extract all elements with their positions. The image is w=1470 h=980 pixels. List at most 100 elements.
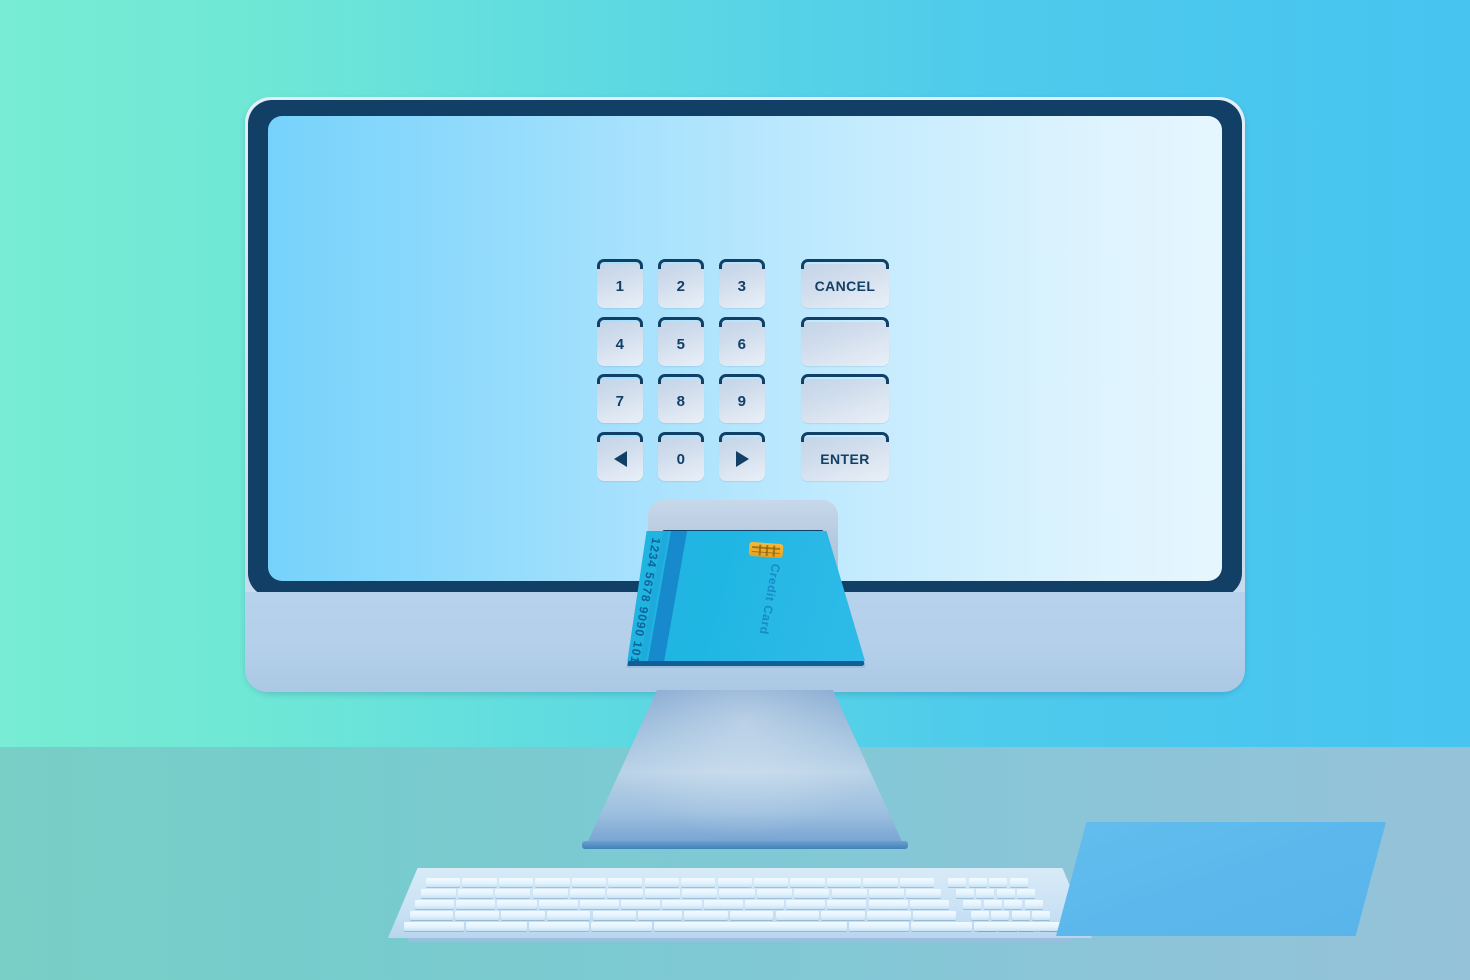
mousepad-surface [1056,822,1386,936]
keyboard-key [455,911,499,920]
keyboard-key [775,911,820,920]
key-cancel[interactable]: CANCEL [801,259,889,308]
keyboard-numpad-key [983,900,1002,909]
keyboard-key [457,889,494,898]
mousepad[interactable] [1056,822,1386,940]
keyboard-numpad-key [955,889,974,898]
keyboard-key [682,889,718,898]
key-enter[interactable]: ENTER [801,432,889,481]
keyboard-key [821,911,865,920]
keyboard-key [863,878,898,887]
keypad-key-label: CANCEL [814,278,876,294]
keyboard-key [546,911,591,920]
keyboard-key [826,878,862,887]
keyboard-numpad-key [1019,922,1037,931]
keyboard-key [415,900,455,909]
key-blank-2 [801,374,889,423]
key-9[interactable]: 9 [719,374,765,423]
illustration-scene: 1 2 3 CANCEL 4 5 6 7 8 9 0 ENTER 1234 5678 9090 101… [0,0,1470,980]
keyboard-key [501,911,545,920]
keyboard-key [703,900,743,909]
key-0[interactable]: 0 [658,432,704,481]
key-7[interactable]: 7 [597,374,643,423]
keyboard-key [909,900,949,909]
emv-chip-icon [748,541,784,559]
key-4[interactable]: 4 [597,317,643,366]
keyboard-key [621,900,661,909]
keyboard-key [456,900,496,909]
keyboard-keys [388,868,1097,938]
key-arrow-left[interactable] [597,432,643,481]
key-arrow-right[interactable] [719,432,765,481]
keypad-key-label: 6 [737,335,747,353]
keyboard-numpad-key [1009,878,1028,887]
keyboard-key [497,900,537,909]
keyboard-key [532,889,568,898]
keyboard-key [638,911,682,920]
keyboard-key [653,922,847,931]
keyboard-key [462,878,497,887]
keyboard-key [868,900,908,909]
keyboard-numpad-key [998,922,1017,931]
keyboard-key [644,889,680,898]
keyboard-numpad-key [1024,900,1043,909]
key-1[interactable]: 1 [597,259,643,308]
keyboard-key [662,900,702,909]
keypad-row: 4 5 6 [597,317,889,366]
keyboard-numpad-key [1017,889,1035,898]
key-blank-1 [801,317,889,366]
key-6[interactable]: 6 [719,317,765,366]
keyboard-key [744,900,784,909]
key-8[interactable]: 8 [658,374,704,423]
keyboard-key [426,878,461,887]
keypad-row: 0 ENTER [597,432,889,481]
keypad-row: 7 8 9 [597,374,889,423]
keyboard-key [498,878,534,887]
credit-card-label: Credit Card [756,562,783,636]
keyboard-key [899,878,934,887]
keyboard-numpad-key [1032,911,1050,920]
keypad-key-label: 7 [615,392,625,410]
keyboard-key [466,922,527,931]
keypad-key-label: 5 [676,335,686,353]
keyboard-key [528,922,590,931]
keyboard-key [868,889,905,898]
credit-card[interactable]: 1234 5678 9090 1011 Credit Card [620,528,870,668]
keyboard-key [409,911,454,920]
keyboard-key [644,878,679,887]
keyboard-key [786,900,826,909]
keyboard-numpad-key [963,900,981,909]
keypad-key-label: 3 [737,277,747,295]
keypad-key-label: 1 [615,277,625,295]
keyboard-numpad-key [970,911,989,920]
keyboard-numpad-key [976,889,994,898]
keyboard-key [591,922,652,931]
keyboard[interactable] [388,868,1097,946]
keyboard-key [729,911,774,920]
keyboard-numpad-key [996,889,1015,898]
keypad-key-label: 4 [615,335,625,353]
key-2[interactable]: 2 [658,259,704,308]
keyboard-numpad-key [948,878,966,887]
credit-card-face: 1234 5678 9090 1011 Credit Card [627,531,865,661]
keyboard-key [719,889,755,898]
monitor-stand-base [582,841,908,849]
keyboard-key [753,878,789,887]
keyboard-key [831,889,867,898]
keyboard-numpad-key [968,878,987,887]
keyboard-key [911,922,972,931]
keyboard-key [717,878,752,887]
keypad-key-label: 8 [676,392,686,410]
keypad-key-label: 0 [676,450,686,468]
keyboard-key [684,911,728,920]
keyboard-key [681,878,716,887]
keyboard-key [756,889,792,898]
keyboard-key [571,878,606,887]
key-5[interactable]: 5 [658,317,704,366]
keyboard-key [569,889,606,898]
atm-keypad: 1 2 3 CANCEL 4 5 6 7 8 9 0 ENTER [597,259,889,484]
keyboard-numpad-key [978,922,996,931]
keyboard-key [592,911,637,920]
key-3[interactable]: 3 [719,259,765,308]
keyboard-key [420,889,456,898]
